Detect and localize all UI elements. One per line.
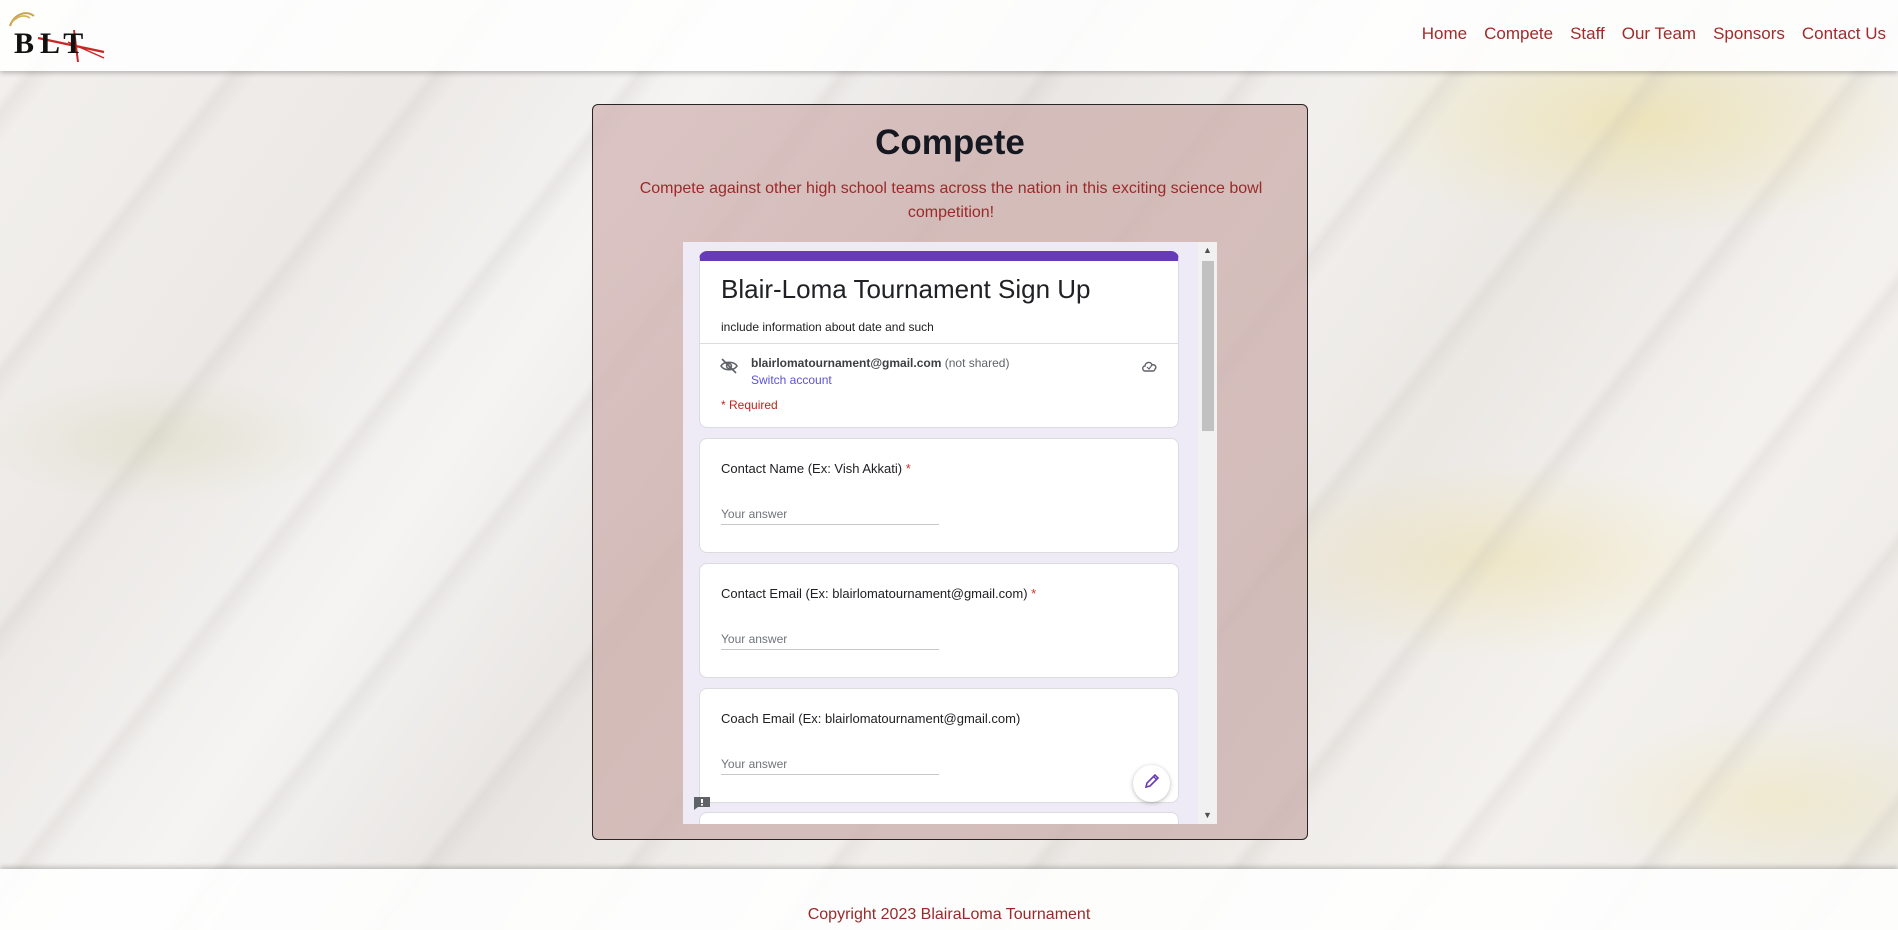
required-asterisk: * [1031,586,1037,601]
site-footer: Copyright 2023 BlairaLoma Tournament [0,869,1898,930]
question-card: Coach Email (Ex: blairlomatournament@gma… [699,688,1179,803]
nav-compete[interactable]: Compete [1484,24,1553,44]
question-card [699,812,1179,824]
account-line: blairlomatournament@gmail.com (not share… [751,356,1009,370]
question-label: Contact Email (Ex: blairlomatournament@g… [721,586,1037,601]
hidden-eye-icon [720,358,738,374]
question-card: Contact Name (Ex: Vish Akkati) * [699,438,1179,553]
contact-email-input[interactable] [721,628,939,650]
question-card: Contact Email (Ex: blairlomatournament@g… [699,563,1179,678]
copyright-text: Copyright 2023 BlairaLoma Tournament [807,906,1091,923]
account-email: blairlomatournament@gmail.com [751,356,942,370]
embedded-google-form[interactable]: Blair-Loma Tournament Sign Up include in… [683,242,1217,824]
page-title: Compete [875,123,1025,162]
scroll-up-arrow-icon[interactable]: ▲ [1198,242,1217,259]
form-divider [700,343,1178,344]
feedback-icon[interactable] [693,796,711,811]
cloud-icon [1141,359,1158,372]
site-header: BLT Home Compete Staff Our Team Sponsors… [0,0,1898,71]
scroll-down-arrow-icon[interactable]: ▼ [1198,807,1217,824]
main-nav: Home Compete Staff Our Team Sponsors Con… [1422,24,1886,44]
svg-text:BLT: BLT [14,27,89,60]
scroll-thumb[interactable] [1202,261,1214,431]
form-title: Blair-Loma Tournament Sign Up [721,274,1091,304]
page-description: Compete against other high school teams … [639,180,1263,221]
nav-our-team[interactable]: Our Team [1622,24,1696,44]
account-note: (not shared) [944,356,1010,370]
nav-staff[interactable]: Staff [1570,24,1605,44]
form-scrollbar[interactable]: ▲ ▼ [1198,242,1217,824]
switch-account-link[interactable]: Switch account [751,373,832,387]
form-header-card: Blair-Loma Tournament Sign Up include in… [699,251,1179,428]
compete-card: Compete Compete against other high schoo… [592,104,1308,840]
coach-email-input[interactable] [721,753,939,775]
question-label: Contact Name (Ex: Vish Akkati) * [721,461,911,476]
form-subtitle: include information about date and such [721,320,934,334]
required-asterisk: * [905,461,911,476]
nav-contact-us[interactable]: Contact Us [1802,24,1886,44]
required-note: * Required [721,398,778,412]
pencil-icon [1144,773,1160,794]
question-label: Coach Email (Ex: blairlomatournament@gma… [721,711,1021,726]
site-logo[interactable]: BLT [8,8,108,64]
nav-home[interactable]: Home [1422,24,1467,44]
contact-name-input[interactable] [721,503,939,525]
nav-sponsors[interactable]: Sponsors [1713,24,1785,44]
edit-button[interactable] [1133,765,1170,802]
